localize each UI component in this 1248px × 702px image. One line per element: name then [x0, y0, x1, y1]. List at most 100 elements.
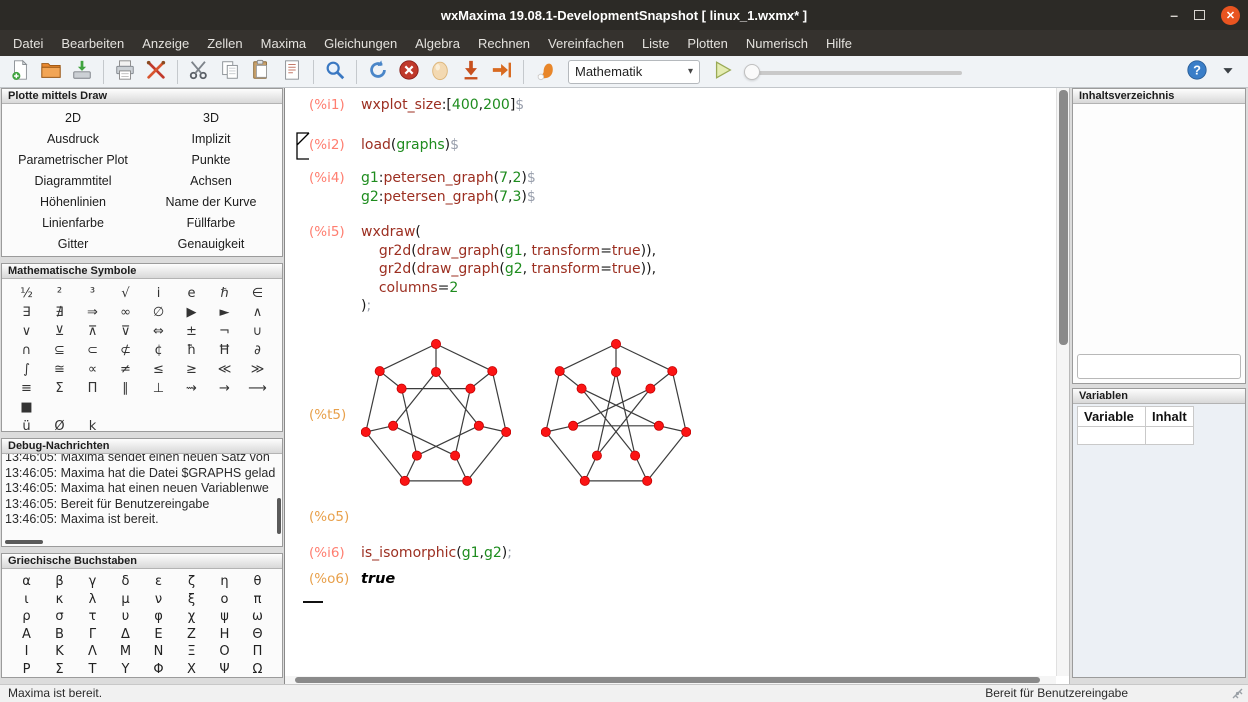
- draw-button-f-llfarbe[interactable]: Füllfarbe: [142, 212, 280, 233]
- symbol-2245[interactable]: ≅: [43, 360, 76, 379]
- symbol-27f6[interactable]: ⟶: [241, 379, 274, 398]
- greek-3b5[interactable]: ε: [142, 573, 175, 591]
- symbol-22a5[interactable]: ⊥: [142, 379, 175, 398]
- symbol-fc[interactable]: ü: [10, 417, 43, 432]
- greek-3a5[interactable]: Υ: [109, 661, 142, 679]
- symbol-226a[interactable]: ≪: [208, 360, 241, 379]
- symbol-221d[interactable]: ∝: [76, 360, 109, 379]
- cell-bracket[interactable]: [296, 132, 310, 164]
- wxmaxima-logo-button[interactable]: [531, 58, 559, 86]
- symbol-2260[interactable]: ≠: [109, 360, 142, 379]
- greek-39d[interactable]: Ν: [142, 643, 175, 661]
- symbol-22bc[interactable]: ⊼: [76, 322, 109, 341]
- draw-button-parametrischer-plot[interactable]: Parametrischer Plot: [4, 149, 142, 170]
- greek-3c9[interactable]: ω: [241, 608, 274, 626]
- debug-horizontal-scrollbar[interactable]: [5, 540, 43, 544]
- greek-394[interactable]: Δ: [109, 626, 142, 644]
- menu-item-bearbeiten[interactable]: Bearbeiten: [52, 30, 133, 56]
- symbol-2192[interactable]: →: [208, 379, 241, 398]
- greek-3c1[interactable]: ρ: [10, 608, 43, 626]
- code-input[interactable]: is_isomorphic(g1,g2);: [361, 544, 512, 563]
- variables-cell[interactable]: [1146, 427, 1194, 445]
- save-button[interactable]: [68, 58, 96, 86]
- greek-3be[interactable]: ξ: [175, 591, 208, 609]
- greek-39f[interactable]: Ο: [208, 643, 241, 661]
- draw-button-linienfarbe[interactable]: Linienfarbe: [4, 212, 142, 233]
- draw-button-diagrammtitel[interactable]: Diagrammtitel: [4, 170, 142, 191]
- evaluate-till-here-button[interactable]: [457, 58, 485, 86]
- greek-391[interactable]: Α: [10, 626, 43, 644]
- draw-button-punkte[interactable]: Punkte: [142, 149, 280, 170]
- symbol-2282[interactable]: ⊂: [76, 341, 109, 360]
- code-input[interactable]: load(graphs)$: [361, 136, 459, 155]
- greek-3ba[interactable]: κ: [43, 591, 76, 609]
- draw-button-gitter[interactable]: Gitter: [4, 233, 142, 254]
- symbol-25ba[interactable]: ►: [208, 303, 241, 322]
- symbol-222b[interactable]: ∫: [10, 360, 43, 379]
- greek-39e[interactable]: Ξ: [175, 643, 208, 661]
- code-cell[interactable]: (%i4)g1:petersen_graph(7,2)$g2:petersen_…: [285, 169, 1055, 206]
- draw-button-implizit[interactable]: Implizit: [142, 128, 280, 149]
- symbol-2202[interactable]: ∂: [241, 341, 274, 360]
- help-button[interactable]: ?: [1183, 58, 1211, 86]
- symbol-2208[interactable]: ∈: [241, 284, 274, 303]
- greek-3c6[interactable]: φ: [142, 608, 175, 626]
- symbol-b3[interactable]: ³: [76, 284, 109, 303]
- follow-button[interactable]: [426, 58, 454, 86]
- variables-cell[interactable]: [1078, 427, 1146, 445]
- symbol-127[interactable]: ħ: [175, 341, 208, 360]
- symbol-2227[interactable]: ∧: [241, 303, 274, 322]
- draw-button-name-der-kurve[interactable]: Name der Kurve: [142, 191, 280, 212]
- draw-button-achsen[interactable]: Achsen: [142, 170, 280, 191]
- code-cell[interactable]: (%i1)wxplot_size:[400,200]$: [285, 96, 1055, 115]
- greek-3b4[interactable]: δ: [109, 573, 142, 591]
- draw-button-3d[interactable]: 3D: [142, 107, 280, 128]
- greek-3b1[interactable]: α: [10, 573, 43, 591]
- menu-item-vereinfachen[interactable]: Vereinfachen: [539, 30, 633, 56]
- symbol-210f[interactable]: ℏ: [208, 284, 241, 303]
- symbol-2205[interactable]: ∅: [142, 303, 175, 322]
- draw-button-2d[interactable]: 2D: [4, 107, 142, 128]
- animation-slider[interactable]: [744, 58, 962, 86]
- symbol-d8[interactable]: Ø: [43, 417, 76, 432]
- symbol-2225[interactable]: ∥: [109, 379, 142, 398]
- greek-3b9[interactable]: ι: [10, 591, 43, 609]
- debug-messages-log[interactable]: 13:46:05: Maxima sendet einen neuen Satz…: [2, 454, 282, 546]
- toc-filter-input[interactable]: [1077, 354, 1241, 379]
- greek-3bf[interactable]: ο: [208, 591, 241, 609]
- symbol-3a3[interactable]: Σ: [43, 379, 76, 398]
- greek-392[interactable]: Β: [43, 626, 76, 644]
- greek-397[interactable]: Η: [208, 626, 241, 644]
- horizontal-scroll-thumb[interactable]: [295, 677, 1040, 683]
- slider-knob[interactable]: [744, 64, 760, 80]
- greek-3bb[interactable]: λ: [76, 591, 109, 609]
- output-cell[interactable]: (%o6)true: [285, 570, 1055, 589]
- symbol-226b[interactable]: ≫: [241, 360, 274, 379]
- code-cell[interactable]: (%i6)is_isomorphic(g1,g2);: [285, 544, 1055, 563]
- greek-3c7[interactable]: χ: [175, 608, 208, 626]
- symbol-b2[interactable]: ²: [43, 284, 76, 303]
- greek-3a3[interactable]: Σ: [43, 661, 76, 679]
- code-input[interactable]: wxdraw( gr2d(draw_graph(g1, transform=tr…: [361, 223, 656, 316]
- menu-item-hilfe[interactable]: Hilfe: [817, 30, 861, 56]
- evaluate-rest-button[interactable]: [488, 58, 516, 86]
- draw-button-h-henlinien[interactable]: Höhenlinien: [4, 191, 142, 212]
- symbol-222a[interactable]: ∪: [241, 322, 274, 341]
- greek-3a7[interactable]: Χ: [175, 661, 208, 679]
- symbol-2204[interactable]: ∄: [43, 303, 76, 322]
- greek-398[interactable]: Θ: [241, 626, 274, 644]
- menu-item-datei[interactable]: Datei: [4, 30, 52, 56]
- vertical-scroll-thumb[interactable]: [1059, 90, 1068, 345]
- code-input[interactable]: wxplot_size:[400,200]$: [361, 96, 524, 115]
- menu-item-liste[interactable]: Liste: [633, 30, 678, 56]
- symbol-6b[interactable]: k: [76, 417, 109, 432]
- symbol-126[interactable]: Ħ: [208, 341, 241, 360]
- symbol-ac[interactable]: ¬: [208, 322, 241, 341]
- symbol-21dd[interactable]: ⇝: [175, 379, 208, 398]
- symbol-221e[interactable]: ∞: [109, 303, 142, 322]
- symbol-2264[interactable]: ≤: [142, 360, 175, 379]
- greek-3a6[interactable]: Φ: [142, 661, 175, 679]
- symbol-21d2[interactable]: ⇒: [76, 303, 109, 322]
- play-button[interactable]: [709, 58, 737, 86]
- copy-button[interactable]: [216, 58, 244, 86]
